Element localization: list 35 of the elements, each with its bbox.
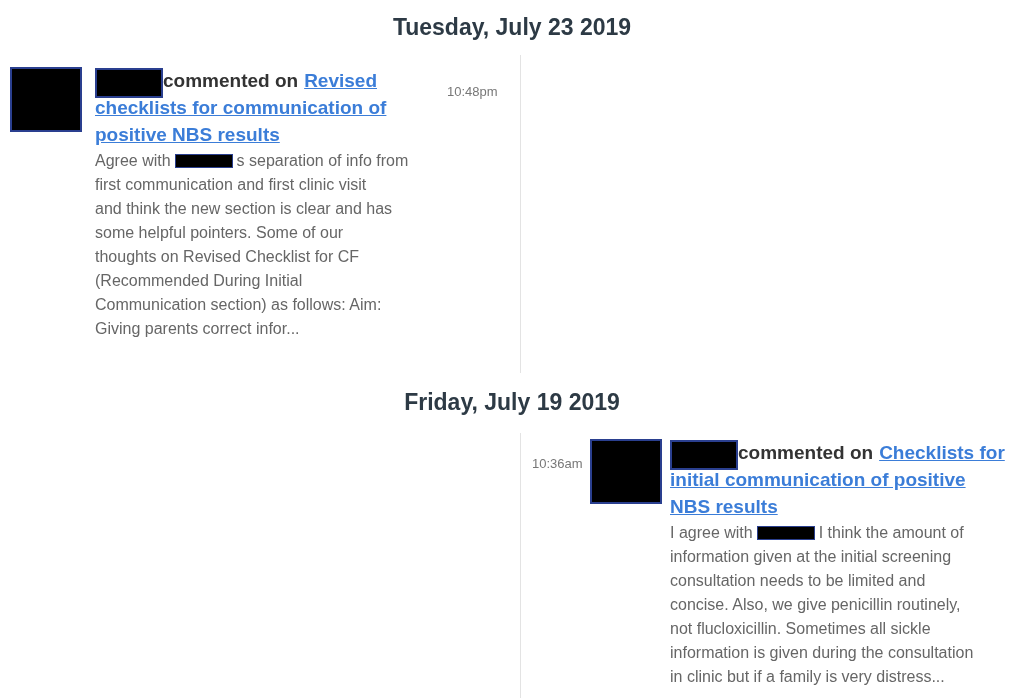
redaction-box — [670, 440, 738, 470]
comment-text: in clinic but if a family is very distress... — [670, 667, 945, 687]
redaction-box — [95, 67, 163, 98]
post-link[interactable]: checklists for communication of — [95, 93, 387, 121]
post-link[interactable]: initial communication of positive — [670, 466, 966, 493]
comment-text: and think the new section is clear and has — [95, 198, 393, 219]
post-link[interactable]: positive NBS results — [95, 120, 280, 148]
date-heading: Tuesday, July 23 2019 — [391, 13, 633, 42]
redaction-box — [174, 153, 233, 168]
action-text: commented on — [163, 68, 299, 93]
comment-text: consultation needs to be limited and — [670, 571, 926, 591]
post-link[interactable]: Checklists for — [879, 439, 1005, 466]
comment-text: s separation of info from — [236, 150, 409, 171]
timestamp: 10:36am — [532, 455, 584, 473]
timestamp: 10:48pm — [447, 82, 498, 101]
comment-text: Giving parents correct infor... — [95, 318, 300, 339]
comment-text: not flucloxicillin. Sometimes all sickle — [670, 619, 931, 639]
redacted-avatar — [10, 66, 82, 132]
comment-text: Agree with — [95, 150, 171, 171]
comment-text: I think the amount of — [818, 523, 964, 543]
comment-text: first communication and first clinic visit — [95, 174, 367, 195]
comment-text: I agree with — [670, 523, 753, 543]
comment-text: Communication section) as follows: Aim: — [95, 294, 382, 315]
date-heading: Friday, July 19 2019 — [403, 387, 621, 417]
comment-text: (Recommended During Initial — [95, 270, 303, 291]
comment-text: some helpful pointers. Some of our — [95, 222, 344, 243]
post-link[interactable]: Revised — [304, 66, 377, 94]
action-text: commented on — [738, 441, 874, 465]
redacted-avatar — [590, 439, 662, 504]
comment-text: concise. Also, we give penicillin routinely, — [670, 595, 961, 615]
comment-text: information is given during the consultation — [670, 643, 974, 663]
post-link[interactable]: NBS results — [670, 493, 778, 520]
comment-text: information given at the initial screening — [670, 547, 952, 567]
redaction-box — [756, 526, 815, 540]
comment-text: thoughts on Revised Checklist for CF — [95, 246, 360, 267]
